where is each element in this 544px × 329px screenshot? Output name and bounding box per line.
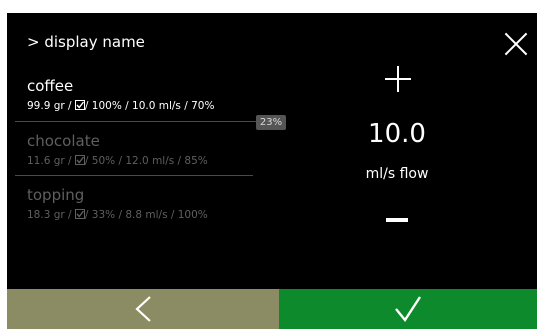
ingredient-detail-suffix: / 33% / 8.8 ml/s / 100% [84, 209, 208, 221]
ingredient-detail-suffix: / 50% / 12.0 ml/s / 85% [84, 155, 208, 167]
confirm-button[interactable] [279, 289, 537, 329]
ingredient-name: topping [27, 186, 85, 204]
close-icon[interactable] [503, 31, 529, 57]
flow-value: 10.0 [368, 119, 426, 149]
checkbox-checked-icon [74, 100, 85, 110]
ingredient-detail-suffix: / 100% / 10.0 ml/s / 70% [84, 100, 215, 112]
checkbox-checked-icon [74, 209, 85, 219]
minus-icon[interactable] [386, 218, 408, 222]
checkmark-icon [395, 296, 422, 323]
flow-unit-label: ml/s flow [365, 166, 429, 182]
ingredient-detail-prefix: 99.9 gr / [27, 100, 75, 112]
page-title: > display name [27, 33, 145, 51]
ingredient-topping[interactable]: topping 18.3 gr / / 33% / 8.8 ml/s / 100… [27, 186, 257, 222]
ingredient-detail: 99.9 gr / / 100% / 10.0 ml/s / 70% [27, 99, 257, 113]
ingredient-name: coffee [27, 77, 74, 95]
percentage-badge: 23% [256, 115, 286, 130]
ingredient-detail-prefix: 18.3 gr / [27, 209, 75, 221]
ingredient-detail: 18.3 gr / / 33% / 8.8 ml/s / 100% [27, 208, 257, 222]
ingredient-detail: 11.6 gr / / 50% / 12.0 ml/s / 85% [27, 154, 257, 168]
screen: > display name coffee 99.9 gr / / 100% /… [7, 13, 537, 329]
plus-icon[interactable] [385, 66, 411, 92]
ingredient-name: chocolate [27, 132, 100, 150]
checkbox-checked-icon [74, 155, 85, 165]
divider [15, 175, 253, 176]
divider [15, 121, 259, 122]
back-button[interactable] [7, 289, 279, 329]
ingredient-detail-prefix: 11.6 gr / [27, 155, 75, 167]
ingredient-coffee[interactable]: coffee 99.9 gr / / 100% / 10.0 ml/s / 70… [27, 77, 257, 113]
chevron-left-icon [135, 296, 151, 322]
ingredient-chocolate[interactable]: chocolate 11.6 gr / / 50% / 12.0 ml/s / … [27, 132, 257, 168]
